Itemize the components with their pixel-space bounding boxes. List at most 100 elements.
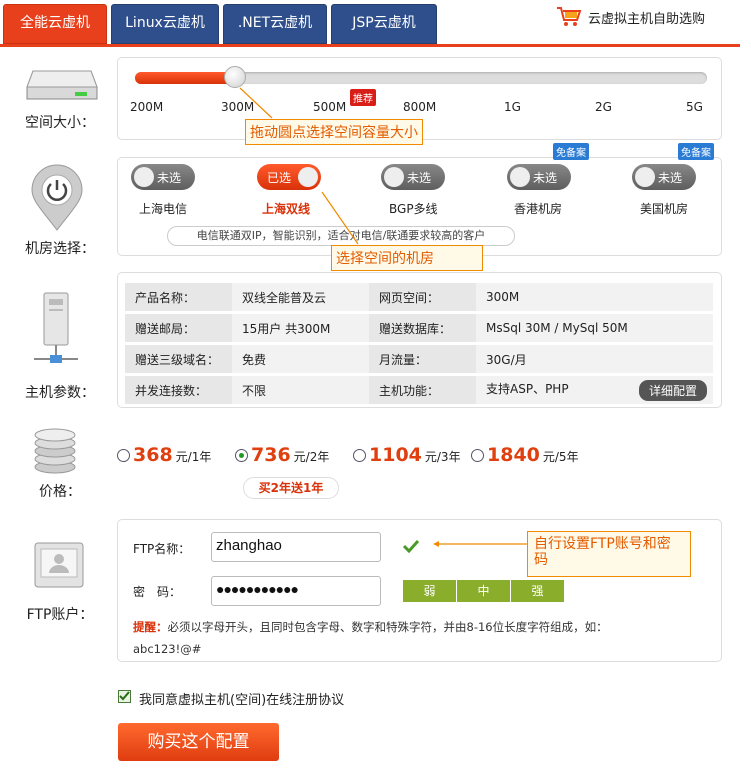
tip-example: abc123!@# xyxy=(133,642,202,656)
check-mark-icon xyxy=(119,691,130,701)
detail-config-button[interactable]: 详细配置 xyxy=(638,379,707,401)
room-toggle-shanghai-telecom[interactable]: 未选 xyxy=(131,164,195,190)
tab-net-cloud[interactable]: .NET云虚机 xyxy=(223,4,327,44)
table-row: 产品名称： 双线全能普及云 网页空间： 300M xyxy=(125,283,713,311)
tick-label: 200M xyxy=(130,100,164,114)
radio-button[interactable] xyxy=(471,449,484,462)
radio-button[interactable] xyxy=(235,449,248,462)
param-key: 并发连接数： xyxy=(125,376,232,404)
param-value-with-button: 支持ASP、PHP 详细配置 xyxy=(476,376,713,404)
cart-icon xyxy=(557,7,582,26)
price-option-1y[interactable]: 368 元/1年 xyxy=(117,444,211,466)
strength-weak: 弱 xyxy=(403,580,456,602)
param-value: 30G/月 xyxy=(476,345,713,373)
param-value: 300M xyxy=(476,283,713,311)
tick-label: 2G xyxy=(595,100,612,114)
ftp-name-input[interactable]: zhanghao xyxy=(211,532,381,562)
room-name: BGP多线 xyxy=(389,202,438,216)
shop-link[interactable]: 云虚拟主机自助选购 xyxy=(556,6,705,28)
room-toggle-usa[interactable]: 未选 xyxy=(632,164,696,190)
room-name: 美国机房 xyxy=(640,202,689,216)
power-pin-icon xyxy=(31,164,83,231)
toggle-knob xyxy=(510,167,530,187)
param-key: 网页空间： xyxy=(369,283,476,311)
agree-checkbox[interactable] xyxy=(118,690,131,703)
param-key: 赠送数据库： xyxy=(369,314,476,342)
strength-strong: 强 xyxy=(511,580,564,602)
shop-link-label: 云虚拟主机自助选购 xyxy=(588,11,706,27)
toggle-state: 未选 xyxy=(533,171,558,185)
price-option-5y[interactable]: 1840 元/5年 xyxy=(471,444,579,466)
ftp-tip: 提醒：必须以字母开头，且同时包含字母、数字和特殊字符，并由8-16位长度字符组成… xyxy=(133,616,713,660)
callout-arrow xyxy=(239,87,273,119)
param-value: MsSql 30M / MySql 50M xyxy=(476,314,713,342)
toggle-state: 未选 xyxy=(658,171,683,185)
param-value: 支持ASP、PHP xyxy=(486,381,569,396)
toggle-state: 未选 xyxy=(157,171,182,185)
price-amount: 736 xyxy=(251,444,291,466)
price-label: 价格： xyxy=(39,484,81,500)
recommend-badge: 推荐 xyxy=(350,89,376,106)
room-toggle-hongkong[interactable]: 未选 xyxy=(507,164,571,190)
toggle-knob xyxy=(635,167,655,187)
ftp-password-label: 密 码： xyxy=(133,585,182,599)
agree-label[interactable]: 我同意虚拟主机(空间)在线注册协议 xyxy=(139,689,344,708)
ftp-name-label: FTP名称： xyxy=(133,542,191,556)
tick-label: 800M xyxy=(403,100,437,114)
tick-label: 1G xyxy=(504,100,521,114)
room-callout: 选择空间的机房 xyxy=(331,245,483,271)
param-value: 双线全能普及云 xyxy=(232,283,369,311)
tick-label: 500M xyxy=(313,100,347,114)
room-label: 机房选择： xyxy=(25,241,95,257)
ftp-label: FTP账户： xyxy=(26,607,94,623)
tab-linux-cloud[interactable]: Linux云虚机 xyxy=(111,4,219,44)
param-value: 免费 xyxy=(232,345,369,373)
radio-button[interactable] xyxy=(117,449,130,462)
toggle-knob xyxy=(134,167,154,187)
hard-disk-icon xyxy=(26,70,98,100)
toggle-knob xyxy=(298,167,318,187)
price-option-2y[interactable]: 736 元/2年 xyxy=(235,444,329,466)
param-key: 月流量： xyxy=(369,345,476,373)
tip-label: 提醒： xyxy=(133,620,168,634)
param-value: 不限 xyxy=(232,376,369,404)
room-toggle-bgp[interactable]: 未选 xyxy=(381,164,445,190)
tab-jsp-cloud[interactable]: JSP云虚机 xyxy=(331,4,437,44)
price-unit: 元/1年 xyxy=(175,450,212,464)
user-folder-icon xyxy=(34,542,84,588)
space-label: 空间大小： xyxy=(25,115,95,131)
ftp-password-input[interactable]: ●●●●●●●●●●● xyxy=(211,576,381,606)
table-row: 并发连接数： 不限 主机功能： 支持ASP、PHP 详细配置 xyxy=(125,376,713,404)
toggle-knob xyxy=(384,167,404,187)
param-key: 主机功能： xyxy=(369,376,476,404)
space-slider-fill xyxy=(135,72,233,84)
ftp-callout: 自行设置FTP账号和密码 xyxy=(527,531,691,577)
room-name: 上海双线 xyxy=(262,202,311,216)
param-key: 赠送三级域名： xyxy=(125,345,232,373)
server-icon xyxy=(34,292,78,363)
table-row: 赠送邮局： 15用户 共300M 赠送数据库： MsSql 30M / MySq… xyxy=(125,314,713,342)
toggle-state: 已选 xyxy=(267,171,292,185)
no-filing-badge: 免备案 xyxy=(553,143,589,160)
params-table: 产品名称： 双线全能普及云 网页空间： 300M 赠送邮局： 15用户 共300… xyxy=(125,280,713,407)
price-unit: 元/3年 xyxy=(424,450,461,464)
callout-arrow xyxy=(433,541,528,547)
params-label: 主机参数： xyxy=(25,385,95,401)
coins-icon xyxy=(34,428,76,474)
toggle-state: 未选 xyxy=(407,171,432,185)
param-key: 赠送邮局： xyxy=(125,314,232,342)
price-amount: 1840 xyxy=(487,444,540,466)
buy-button[interactable]: 购买这个配置 xyxy=(118,723,279,761)
tab-all-cloud[interactable]: 全能云虚机 xyxy=(3,4,107,44)
param-value: 15用户 共300M xyxy=(232,314,369,342)
price-unit: 元/2年 xyxy=(293,450,330,464)
space-callout: 拖动圆点选择空间容量大小 xyxy=(245,119,423,145)
room-name: 香港机房 xyxy=(514,202,563,216)
room-toggle-shanghai-dual[interactable]: 已选 xyxy=(257,164,321,190)
callout-arrow xyxy=(321,191,359,245)
radio-button[interactable] xyxy=(353,449,366,462)
space-slider-track[interactable] xyxy=(135,72,707,84)
room-name: 上海电信 xyxy=(139,202,188,216)
param-key: 产品名称： xyxy=(125,283,232,311)
price-option-3y[interactable]: 1104 元/3年 xyxy=(353,444,461,466)
